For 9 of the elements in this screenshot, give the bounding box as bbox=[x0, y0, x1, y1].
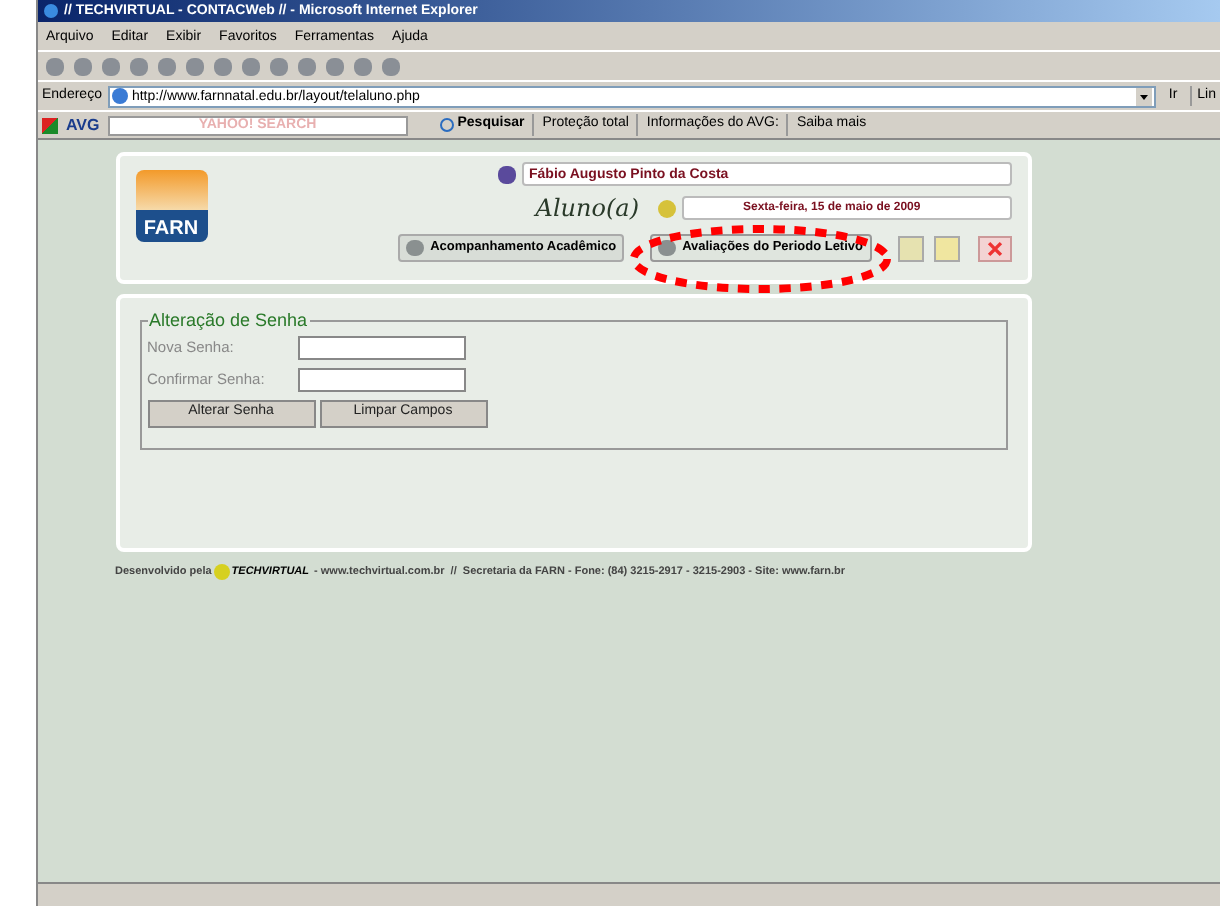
password-input[interactable] bbox=[297, 367, 465, 391]
avg-brand[interactable]: AVG bbox=[66, 113, 100, 137]
logo-text: FARN bbox=[143, 218, 199, 242]
close-icon[interactable] bbox=[977, 235, 1011, 261]
role-text: Aluno(a) bbox=[535, 192, 639, 226]
fieldset-legend: Alteração de Senha bbox=[147, 308, 310, 335]
avg-logo-icon bbox=[42, 117, 58, 133]
password-input[interactable] bbox=[297, 335, 465, 359]
dropdown-icon[interactable] bbox=[1136, 87, 1153, 105]
